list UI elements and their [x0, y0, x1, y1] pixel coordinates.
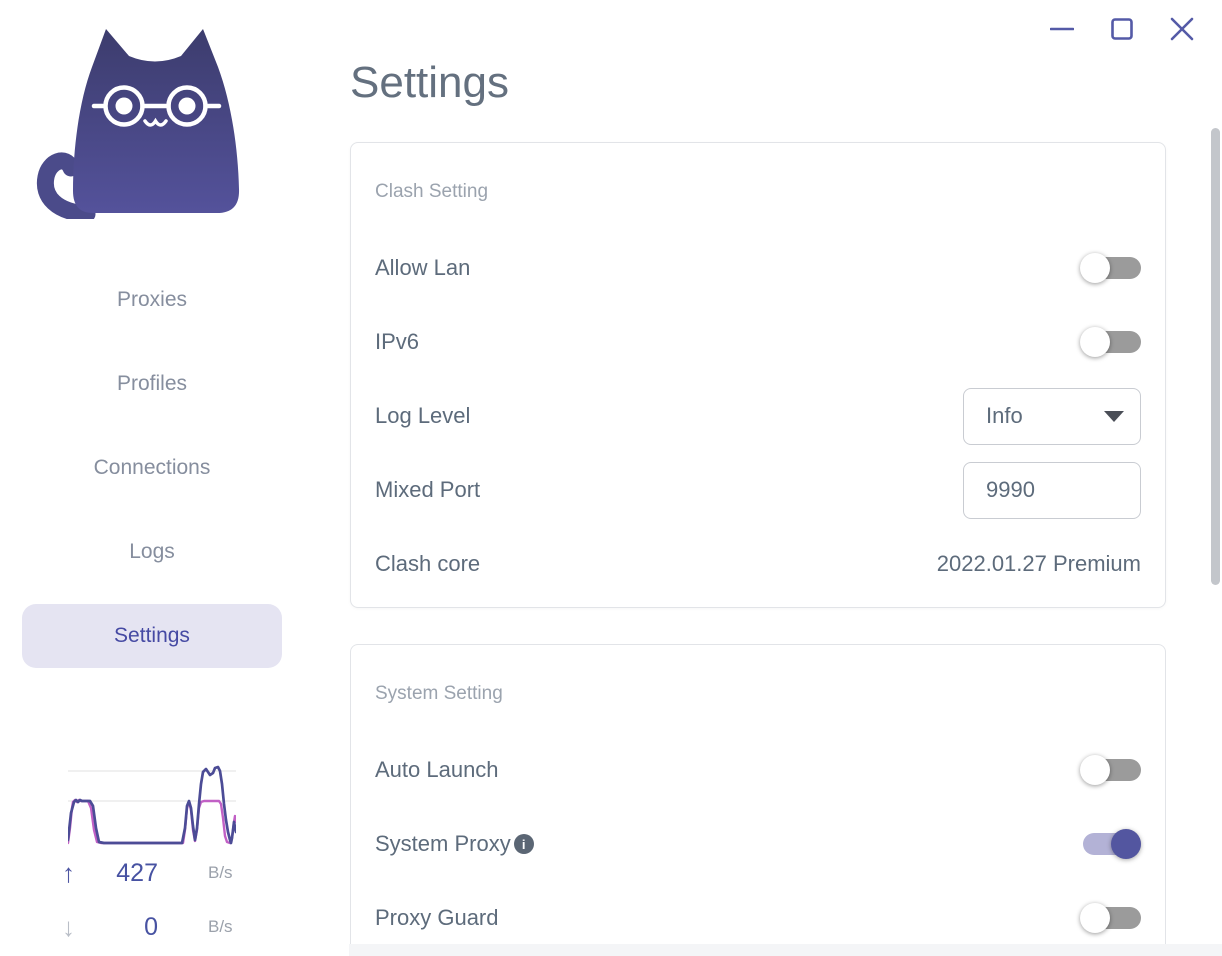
- sidebar-item-proxies[interactable]: Proxies: [22, 268, 282, 332]
- page-title: Settings: [350, 58, 509, 107]
- sidebar: Proxies Profiles Connections Logs Settin…: [0, 0, 348, 956]
- download-speed-unit: B/s: [208, 917, 233, 936]
- system-setting-card: System Setting Auto Launch System Proxy …: [350, 644, 1166, 956]
- upload-speed-value: 427: [116, 858, 158, 887]
- download-speed-row: ↓ 0 B/s: [62, 912, 302, 942]
- download-arrow-icon: ↓: [62, 912, 75, 942]
- log-level-select[interactable]: Info: [963, 387, 1141, 445]
- upload-arrow-icon: ↑: [62, 858, 75, 888]
- auto-launch-row: Auto Launch: [375, 733, 1141, 807]
- scrollbar-thumb[interactable]: [1211, 128, 1220, 585]
- auto-launch-label: Auto Launch: [375, 757, 499, 782]
- proxy-guard-label: Proxy Guard: [375, 905, 499, 930]
- system-proxy-row: System Proxy i: [375, 807, 1141, 881]
- log-level-value: Info: [986, 403, 1023, 428]
- download-speed-value: 0: [144, 912, 158, 941]
- allow-lan-row: Allow Lan: [375, 231, 1141, 305]
- window-controls: [1050, 16, 1194, 42]
- mixed-port-row: Mixed Port: [375, 453, 1141, 527]
- toggle-knob: [1080, 903, 1110, 933]
- clash-core-label: Clash core: [375, 551, 481, 576]
- clash-cat-logo: [36, 29, 240, 219]
- system-proxy-toggle[interactable]: [1083, 829, 1141, 859]
- allow-lan-label: Allow Lan: [375, 255, 471, 280]
- allow-lan-toggle[interactable]: [1080, 253, 1141, 283]
- clash-core-version: 2022.01.27 Premium: [936, 551, 1141, 576]
- ipv6-label: IPv6: [375, 329, 420, 354]
- main-content: Settings Clash Setting Allow Lan IPv6 Lo…: [348, 0, 1222, 956]
- mixed-port-label: Mixed Port: [375, 477, 481, 502]
- cat-eye-right: [178, 97, 196, 115]
- cat-eye-left: [115, 97, 133, 115]
- card-title: System Setting: [375, 683, 503, 704]
- info-icon[interactable]: i: [513, 834, 534, 854]
- maximize-icon: [1111, 18, 1133, 40]
- mixed-port-input[interactable]: [963, 461, 1141, 519]
- ipv6-row: IPv6: [375, 305, 1141, 379]
- window-bottom-edge: [349, 944, 1222, 956]
- minimize-button[interactable]: [1050, 16, 1074, 42]
- sidebar-item-connections[interactable]: Connections: [22, 436, 282, 500]
- system-proxy-label-text: System Proxy: [375, 831, 511, 856]
- clash-setting-card: Clash Setting Allow Lan IPv6 Log Level I…: [350, 142, 1166, 608]
- proxy-guard-toggle[interactable]: [1080, 903, 1141, 933]
- chevron-down-icon: [1104, 410, 1124, 422]
- card-title: Clash Setting: [375, 181, 489, 202]
- system-proxy-label: System Proxy i: [375, 831, 534, 857]
- close-icon: [1170, 17, 1194, 41]
- toggle-knob: [1111, 829, 1141, 859]
- sidebar-nav: Proxies Profiles Connections Logs Settin…: [22, 268, 282, 688]
- toggle-knob: [1080, 755, 1110, 785]
- minimize-icon: [1050, 27, 1074, 31]
- close-button[interactable]: [1170, 16, 1194, 42]
- sidebar-item-profiles[interactable]: Profiles: [22, 352, 282, 416]
- toggle-knob: [1080, 253, 1110, 283]
- sidebar-item-logs[interactable]: Logs: [22, 520, 282, 584]
- ipv6-toggle[interactable]: [1080, 327, 1141, 357]
- auto-launch-toggle[interactable]: [1080, 755, 1141, 785]
- upload-speed-unit: B/s: [208, 863, 233, 882]
- clash-core-row: Clash core 2022.01.27 Premium: [375, 527, 1141, 601]
- log-level-row: Log Level Info: [375, 379, 1141, 453]
- sidebar-item-settings[interactable]: Settings: [22, 604, 282, 668]
- maximize-button[interactable]: [1110, 16, 1134, 42]
- traffic-graph: [68, 765, 236, 845]
- log-level-label: Log Level: [375, 403, 471, 428]
- toggle-knob: [1080, 327, 1110, 357]
- upload-speed-row: ↑ 427 B/s: [62, 858, 302, 888]
